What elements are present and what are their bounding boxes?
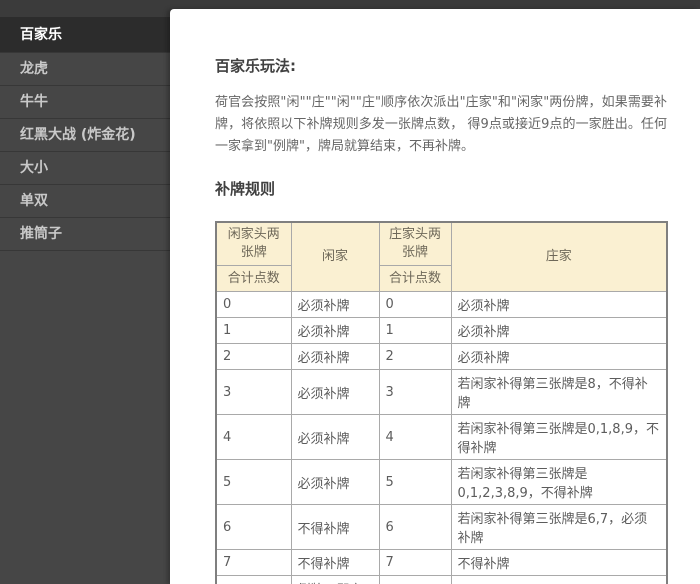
banker-points-cell: 3 [379, 370, 451, 415]
player-points-cell: 6 [216, 505, 291, 550]
banker-rule-cell: 必须补牌 [451, 344, 667, 370]
player-points-cell: 7 [216, 550, 291, 576]
banker-rule-cell: 必须补牌 [451, 292, 667, 318]
player-rule-cell: 不得补牌 [291, 550, 379, 576]
header-player-total: 合计点数 [216, 266, 291, 292]
sidebar-item-label: 红黑大战 (炸金花) [20, 127, 136, 143]
table-row: 3 必须补牌 3 若闲家补得第三张牌是8，不得补牌 [216, 370, 667, 415]
banker-points-cell: 6 [379, 505, 451, 550]
content-panel: 百家乐玩法: 荷官会按照"闲""庄""闲""庄"顺序依次派出"庄家"和"闲家"两… [170, 9, 700, 584]
player-rule-cell: 必须补牌 [291, 415, 379, 460]
banker-rule-cell: 不得补牌 [451, 550, 667, 576]
table-row: 7 不得补牌 7 不得补牌 [216, 550, 667, 576]
banker-points-cell: 0 [379, 292, 451, 318]
draw-rules-table: 闲家头两张牌 闲家 庄家头两张牌 庄家 合计点数 合计点数 0 必须补牌 0 必… [215, 221, 668, 584]
table-header: 闲家头两张牌 闲家 庄家头两张牌 庄家 合计点数 合计点数 [216, 222, 667, 292]
table-row: 1 必须补牌 1 必须补牌 [216, 318, 667, 344]
player-points-cell: 3 [216, 370, 291, 415]
banker-rule-cell: 若闲家补得第三张牌是6,7，必须补牌 [451, 505, 667, 550]
sidebar-item-label: 龙虎 [20, 61, 48, 77]
banker-points-cell: 1 [379, 318, 451, 344]
player-points-cell: 2 [216, 344, 291, 370]
player-rule-cell: 必须补牌 [291, 292, 379, 318]
game-sidebar: 百家乐 龙虎 牛牛 红黑大战 (炸金花) 大小 单双 推筒子 [0, 22, 170, 584]
header-player: 闲家 [291, 222, 379, 292]
player-points-cell: 4 [216, 415, 291, 460]
header-banker-two-cards: 庄家头两张牌 [379, 222, 451, 266]
sidebar-item-label: 单双 [20, 193, 48, 209]
sidebar-item-label: 大小 [20, 160, 48, 176]
header-player-two-cards: 闲家头两张牌 [216, 222, 291, 266]
player-rule-cell: 必须补牌 [291, 460, 379, 505]
table-row: 4 必须补牌 4 若闲家补得第三张牌是0,1,8,9，不得补牌 [216, 415, 667, 460]
player-rule-cell: 必须补牌 [291, 318, 379, 344]
player-rule-cell: 不得补牌 [291, 505, 379, 550]
banker-rule-cell: 必须补牌 [451, 318, 667, 344]
sidebar-item-label: 推筒子 [20, 226, 62, 242]
rules-description: 荷官会按照"闲""庄""闲""庄"顺序依次派出"庄家"和"闲家"两份牌，如果需要… [215, 92, 667, 158]
player-points-cell: 0 [216, 292, 291, 318]
header-banker: 庄家 [451, 222, 667, 292]
sidebar-item-4[interactable]: 大小 [0, 152, 170, 185]
banker-rule-cell: 例牌，即定输赢 [451, 576, 667, 584]
table-body: 0 必须补牌 0 必须补牌 1 必须补牌 1 必须补牌 2 必须补牌 2 必须补… [216, 292, 667, 584]
table-row: 8 例牌，即定输赢 8 例牌，即定输赢 [216, 576, 667, 584]
sidebar-item-3[interactable]: 红黑大战 (炸金花) [0, 119, 170, 152]
player-rule-cell: 必须补牌 [291, 344, 379, 370]
banker-points-cell: 2 [379, 344, 451, 370]
sidebar-item-5[interactable]: 单双 [0, 185, 170, 218]
player-rule-cell: 必须补牌 [291, 370, 379, 415]
banker-rule-cell: 若闲家补得第三张牌是0,1,8,9，不得补牌 [451, 415, 667, 460]
player-points-cell: 1 [216, 318, 291, 344]
sidebar-item-label: 牛牛 [20, 94, 48, 110]
banker-points-cell: 8 [379, 576, 451, 584]
header-banker-total: 合计点数 [379, 266, 451, 292]
sidebar-item-0[interactable]: 百家乐 [0, 17, 170, 53]
banker-rule-cell: 若闲家补得第三张牌是8，不得补牌 [451, 370, 667, 415]
banker-points-cell: 7 [379, 550, 451, 576]
rules-section-heading: 补牌规则 [215, 178, 700, 199]
player-points-cell: 5 [216, 460, 291, 505]
sidebar-item-6[interactable]: 推筒子 [0, 218, 170, 251]
banker-points-cell: 5 [379, 460, 451, 505]
table-row: 6 不得补牌 6 若闲家补得第三张牌是6,7，必须补牌 [216, 505, 667, 550]
table-row: 0 必须补牌 0 必须补牌 [216, 292, 667, 318]
banker-points-cell: 4 [379, 415, 451, 460]
sidebar-item-2[interactable]: 牛牛 [0, 86, 170, 119]
player-rule-cell: 例牌，即定输赢 [291, 576, 379, 584]
banker-rule-cell: 若闲家补得第三张牌是0,1,2,3,8,9，不得补牌 [451, 460, 667, 505]
sidebar-item-label: 百家乐 [20, 27, 62, 43]
page-title: 百家乐玩法: [215, 55, 700, 76]
table-row: 2 必须补牌 2 必须补牌 [216, 344, 667, 370]
sidebar-item-1[interactable]: 龙虎 [0, 53, 170, 86]
player-points-cell: 8 [216, 576, 291, 584]
table-row: 5 必须补牌 5 若闲家补得第三张牌是0,1,2,3,8,9，不得补牌 [216, 460, 667, 505]
